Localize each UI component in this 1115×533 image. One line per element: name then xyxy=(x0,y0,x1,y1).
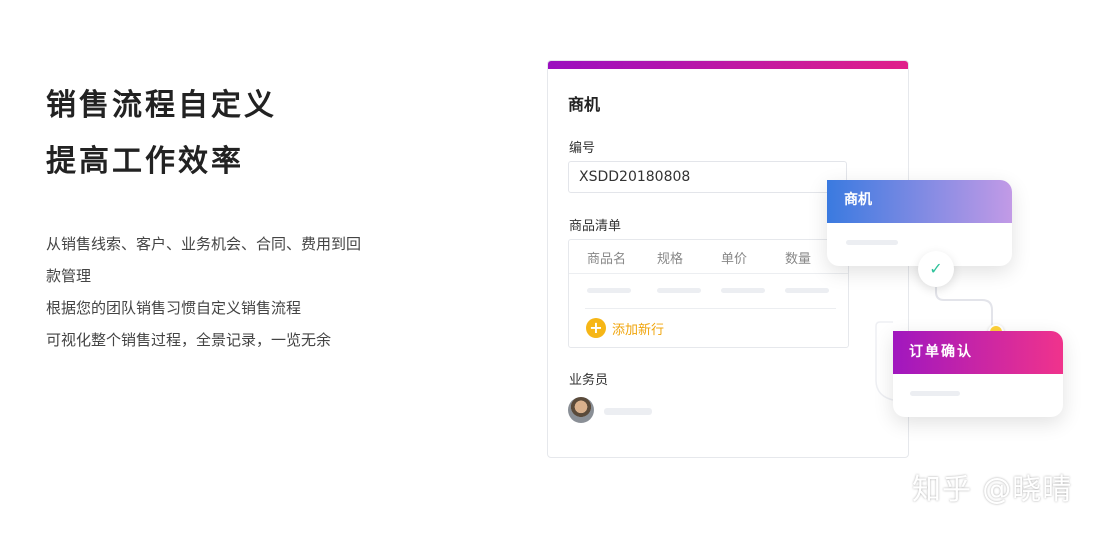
placeholder-bar xyxy=(785,288,829,293)
number-label: 编号 xyxy=(569,141,596,156)
flow-step-title: 订单确认 xyxy=(893,331,1063,374)
hero-title-line2: 提高工作效率 xyxy=(46,144,244,179)
hero-description: 从销售线索、客户、业务机会、合同、费用到回 款管理 根据您的团队销售习惯自定义销… xyxy=(46,228,391,356)
divider xyxy=(585,308,836,309)
placeholder-bar xyxy=(910,391,960,396)
goods-table: 商品名 规格 单价 数量 + 添加新行 xyxy=(568,239,849,348)
column-header: 单价 xyxy=(721,252,748,267)
flow-step-title: 商机 xyxy=(827,180,1012,223)
goods-label: 商品清单 xyxy=(569,219,622,234)
desc-line: 款管理 xyxy=(46,267,92,285)
add-row-button[interactable]: + 添加新行 xyxy=(586,317,664,339)
desc-line: 可视化整个销售过程，全景记录，一览无余 xyxy=(46,331,332,349)
checkmark-icon: ✓ xyxy=(918,251,954,287)
placeholder-bar xyxy=(657,288,701,293)
avatar[interactable] xyxy=(568,397,594,423)
placeholder-bar xyxy=(587,288,631,293)
watermark: 知乎 @晓晴 xyxy=(912,472,1073,506)
column-header: 数量 xyxy=(785,252,812,267)
card-title: 商机 xyxy=(568,95,601,114)
desc-line: 根据您的团队销售习惯自定义销售流程 xyxy=(46,299,302,317)
salesperson-label: 业务员 xyxy=(569,373,609,388)
column-header: 商品名 xyxy=(587,252,627,267)
card-accent-bar xyxy=(548,61,908,69)
plus-circle-icon: + xyxy=(586,318,606,338)
hero-title-line1: 销售流程自定义 xyxy=(46,88,277,123)
flow-step-opportunity[interactable]: 商机 xyxy=(827,180,1012,266)
placeholder-bar xyxy=(721,288,765,293)
placeholder-bar xyxy=(604,408,652,415)
goods-table-header: 商品名 规格 单价 数量 xyxy=(569,240,848,274)
desc-line: 从销售线索、客户、业务机会、合同、费用到回 xyxy=(46,235,362,253)
flow-step-order-confirm[interactable]: 订单确认 xyxy=(893,331,1063,417)
add-row-label: 添加新行 xyxy=(612,322,665,338)
number-field[interactable]: XSDD20180808 xyxy=(568,161,847,193)
placeholder-bar xyxy=(846,240,898,245)
column-header: 规格 xyxy=(657,252,684,267)
